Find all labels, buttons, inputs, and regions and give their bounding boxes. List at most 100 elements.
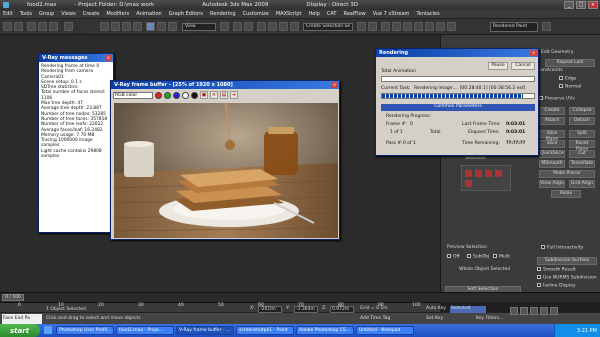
rect-selection-icon[interactable] bbox=[122, 22, 131, 31]
menu-create[interactable]: Create bbox=[83, 11, 100, 17]
unlink-icon[interactable] bbox=[38, 22, 47, 31]
preview-subobj-radio[interactable]: SubObj bbox=[467, 254, 489, 260]
use-nurms-checkbox[interactable]: Use NURMS Subdivision bbox=[537, 275, 597, 281]
vray-messages-window[interactable]: V-Ray messages × Rendering frame at time… bbox=[38, 53, 114, 233]
taskbar-item[interactable]: screenshotpe1 - Paint bbox=[236, 326, 294, 335]
menu-tentacles[interactable]: Tentacles bbox=[416, 11, 439, 17]
bind-spacewarp-icon[interactable] bbox=[49, 22, 58, 31]
slice-button[interactable]: Slice bbox=[539, 140, 565, 148]
green-channel-icon[interactable] bbox=[164, 91, 171, 99]
smooth-result-checkbox[interactable]: Smooth Result bbox=[537, 267, 576, 273]
keyboard-shortcut-icon[interactable] bbox=[244, 22, 253, 31]
render-setup-icon[interactable] bbox=[425, 22, 434, 31]
redo-icon[interactable] bbox=[14, 22, 23, 31]
angle-snap-icon[interactable] bbox=[268, 22, 277, 31]
polygon-icon[interactable] bbox=[495, 170, 502, 177]
percent-snap-icon[interactable] bbox=[279, 22, 288, 31]
taskbar-item[interactable]: Untitled - Notepad bbox=[356, 326, 414, 335]
tessellate-button[interactable]: Tessellate bbox=[569, 160, 595, 168]
vray-frame-buffer-window[interactable]: V-Ray frame buffer - [25% of 1920 x 1080… bbox=[110, 80, 340, 240]
menu-vue[interactable]: Vue 7 xStream bbox=[373, 11, 410, 17]
schematic-view-icon[interactable] bbox=[403, 22, 412, 31]
mirror-icon[interactable] bbox=[357, 22, 366, 31]
clock[interactable]: 3:21 PM bbox=[577, 328, 597, 334]
taskbar-item[interactable]: Photoshop User Profil... bbox=[56, 326, 114, 335]
snaps-toggle-icon[interactable] bbox=[257, 22, 266, 31]
menu-modifiers[interactable]: Modifiers bbox=[106, 11, 129, 17]
undo-icon[interactable] bbox=[3, 22, 12, 31]
menu-graph-editors[interactable]: Graph Editors bbox=[169, 11, 203, 17]
taskbar-item[interactable]: food2.max - Proje... bbox=[116, 326, 174, 335]
rendering-dialog-title[interactable]: Rendering bbox=[376, 49, 538, 57]
menu-realflow[interactable]: RealFlow bbox=[343, 11, 365, 17]
time-slider[interactable]: 0 / 100 bbox=[0, 292, 600, 302]
z-coordinate-field[interactable]: 0.972m bbox=[330, 306, 354, 313]
pause-button[interactable]: Pause bbox=[488, 62, 508, 70]
preview-off-radio[interactable]: Off bbox=[447, 254, 460, 260]
auto-key-button[interactable]: Auto Key bbox=[426, 306, 446, 311]
quickslice-button[interactable]: QuickSlice bbox=[539, 150, 565, 158]
quick-render-icon[interactable] bbox=[542, 22, 551, 31]
selection-rollout[interactable]: Selection bbox=[465, 156, 486, 161]
reference-coord-dropdown[interactable]: View bbox=[182, 23, 216, 31]
app-logo-icon[interactable] bbox=[3, 2, 9, 8]
vray-messages-title[interactable]: V-Ray messages bbox=[39, 54, 113, 62]
rendering-progress-dialog[interactable]: Rendering × Pause Cancel Total Animation… bbox=[375, 48, 539, 156]
border-icon[interactable] bbox=[485, 170, 492, 177]
relax-button[interactable]: Relax bbox=[551, 190, 581, 198]
select-and-move-icon[interactable] bbox=[146, 22, 155, 31]
clear-image-icon[interactable]: × bbox=[210, 91, 218, 99]
slice-plane-button[interactable]: Slice Plane bbox=[539, 130, 565, 142]
menu-tools[interactable]: Tools bbox=[20, 11, 32, 17]
isoline-display-checkbox[interactable]: Isoline Display bbox=[537, 283, 576, 289]
menu-maxscript[interactable]: MAXScript bbox=[276, 11, 302, 17]
pivot-center-icon[interactable] bbox=[220, 22, 229, 31]
render-preset-dropdown[interactable]: Rendered Paint bbox=[490, 22, 538, 32]
menu-views[interactable]: Views bbox=[61, 11, 75, 17]
split-button[interactable]: Split bbox=[569, 130, 595, 138]
frame-counter[interactable]: 0 / 100 bbox=[2, 294, 24, 301]
previous-frame-icon[interactable] bbox=[520, 307, 528, 315]
element-icon[interactable] bbox=[465, 180, 472, 187]
y-coordinate-field[interactable]: -1.364m bbox=[294, 306, 318, 313]
maxscript-listener[interactable]: Face End Pa bbox=[2, 314, 42, 324]
taskbar-item[interactable]: Adobe Photoshop CS... bbox=[296, 326, 354, 335]
save-image-icon[interactable]: ▣ bbox=[200, 91, 208, 99]
create-button[interactable]: Create bbox=[539, 107, 565, 115]
mono-channel-icon[interactable] bbox=[191, 91, 198, 99]
grid-align-button[interactable]: Grid Align bbox=[569, 180, 595, 188]
select-by-name-icon[interactable] bbox=[111, 22, 120, 31]
minimize-button[interactable]: _ bbox=[564, 1, 574, 9]
vertex-icon[interactable] bbox=[465, 170, 472, 177]
curve-editor-icon[interactable] bbox=[392, 22, 401, 31]
view-align-button[interactable]: View Align bbox=[539, 180, 565, 188]
track-mouse-icon[interactable]: ✛ bbox=[230, 91, 238, 99]
menu-cat[interactable]: CAT bbox=[327, 11, 337, 17]
selection-filter-icon[interactable] bbox=[64, 22, 73, 31]
menu-help[interactable]: Help bbox=[309, 11, 320, 17]
go-to-start-icon[interactable] bbox=[510, 307, 518, 315]
full-interactivity-checkbox[interactable]: Full Interactivity bbox=[541, 245, 583, 251]
menu-edit[interactable]: Edit bbox=[3, 11, 13, 17]
close-icon[interactable]: × bbox=[530, 50, 537, 56]
collapse-button[interactable]: Collapse bbox=[569, 107, 595, 115]
menu-rendering[interactable]: Rendering bbox=[210, 11, 236, 17]
common-parameters-rollout[interactable]: Common Parameters bbox=[381, 104, 535, 111]
set-key-button[interactable]: Set Key bbox=[426, 316, 443, 321]
normal-radio[interactable]: Normal bbox=[559, 84, 581, 90]
play-icon[interactable] bbox=[530, 307, 538, 315]
selected-dropdown[interactable]: Selected bbox=[450, 306, 486, 313]
select-object-icon[interactable] bbox=[100, 22, 109, 31]
select-and-scale-icon[interactable] bbox=[168, 22, 177, 31]
reset-plane-button[interactable]: Reset Plane bbox=[569, 140, 595, 152]
close-icon[interactable]: × bbox=[105, 55, 112, 61]
close-icon[interactable]: × bbox=[331, 82, 338, 88]
duplicate-to-max-vfb-icon[interactable]: ▤ bbox=[220, 91, 228, 99]
channel-dropdown[interactable]: RGB color bbox=[113, 91, 153, 99]
blue-channel-icon[interactable] bbox=[173, 91, 180, 99]
edge-radio[interactable]: Edge bbox=[559, 76, 576, 82]
edge-icon[interactable] bbox=[475, 170, 482, 177]
taskbar-item-active[interactable]: V-Ray frame buffer - ... bbox=[176, 326, 234, 335]
preserve-uvs-checkbox[interactable]: Preserve UVs bbox=[539, 96, 575, 102]
quick-launch-icon[interactable] bbox=[44, 326, 52, 334]
